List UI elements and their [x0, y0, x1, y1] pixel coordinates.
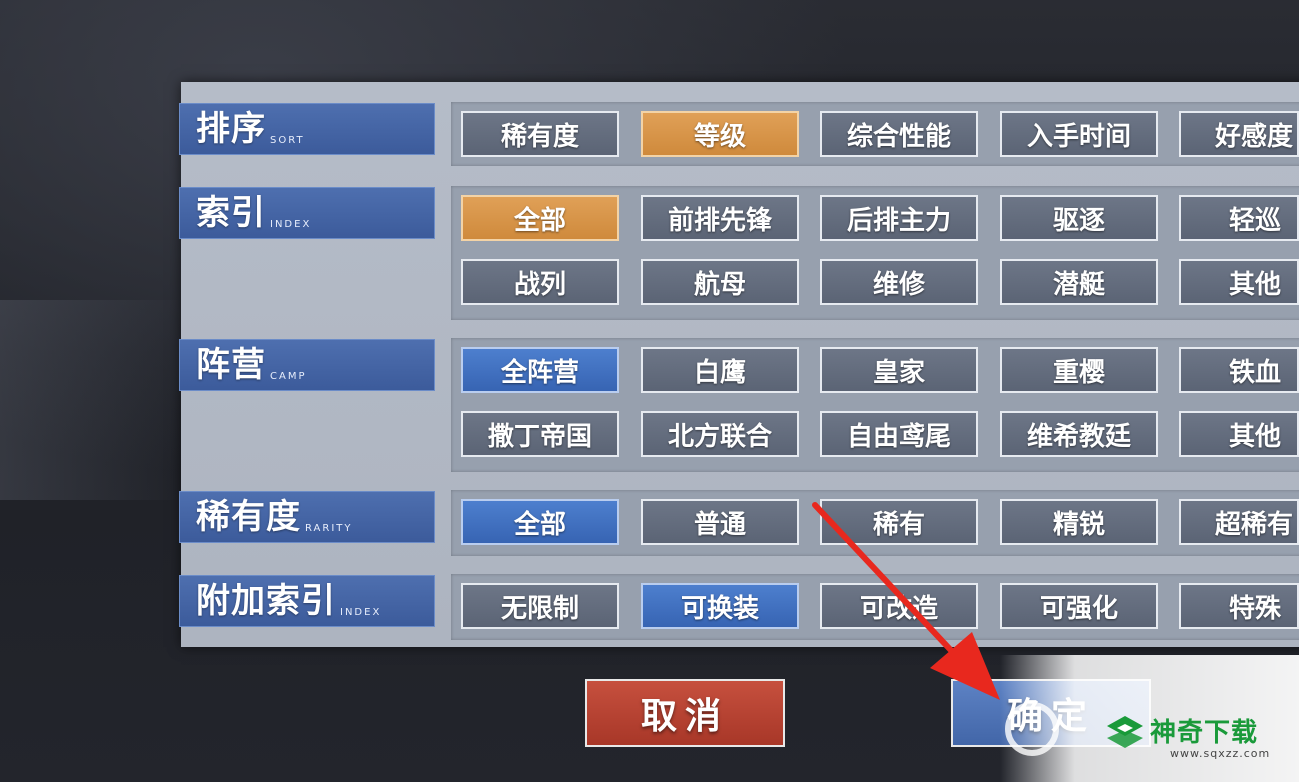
index-option-other[interactable]: 其他	[1179, 259, 1299, 305]
camp-option-sakura[interactable]: 重樱	[1000, 347, 1158, 393]
rarity-option-super-rare[interactable]: 超稀有	[1179, 499, 1299, 545]
index-option-all[interactable]: 全部	[461, 195, 619, 241]
cancel-button[interactable]: 取消	[585, 679, 785, 747]
sort-option-rarity[interactable]: 稀有度	[461, 111, 619, 157]
rarity-option-elite[interactable]: 精锐	[1000, 499, 1158, 545]
extra-label: 附加索引 INDEX	[179, 575, 435, 627]
camp-label: 阵营 CAMP	[179, 339, 435, 391]
index-option-light-cruiser[interactable]: 轻巡	[1179, 195, 1299, 241]
index-option-battleship[interactable]: 战列	[461, 259, 619, 305]
camp-label-en: CAMP	[270, 371, 307, 382]
extra-option-enhance[interactable]: 可强化	[1000, 583, 1158, 629]
camp-option-iris[interactable]: 自由鸢尾	[820, 411, 978, 457]
sort-option-affection[interactable]: 好感度	[1179, 111, 1299, 157]
extra-label-text: 附加索引	[196, 581, 336, 621]
rarity-label-en: RARITY	[305, 523, 353, 534]
rarity-option-all[interactable]: 全部	[461, 499, 619, 545]
index-label-en: INDEX	[270, 219, 312, 230]
rarity-option-rare[interactable]: 稀有	[820, 499, 978, 545]
index-option-vanguard[interactable]: 前排先锋	[641, 195, 799, 241]
camp-option-sardegna[interactable]: 撒丁帝国	[461, 411, 619, 457]
index-option-repair[interactable]: 维修	[820, 259, 978, 305]
sort-option-acquire-time[interactable]: 入手时间	[1000, 111, 1158, 157]
watermark-title: 神奇下载	[1150, 718, 1259, 748]
camp-label-text: 阵营	[196, 345, 266, 385]
camp-option-northern-parliament[interactable]: 北方联合	[641, 411, 799, 457]
camp-option-royal-navy[interactable]: 皇家	[820, 347, 978, 393]
extra-option-unlimited[interactable]: 无限制	[461, 583, 619, 629]
index-option-carrier[interactable]: 航母	[641, 259, 799, 305]
camp-option-iron-blood[interactable]: 铁血	[1179, 347, 1299, 393]
extra-label-en: INDEX	[340, 607, 382, 618]
index-option-destroyer[interactable]: 驱逐	[1000, 195, 1158, 241]
index-label: 索引 INDEX	[179, 187, 435, 239]
sort-option-level[interactable]: 等级	[641, 111, 799, 157]
camp-option-all[interactable]: 全阵营	[461, 347, 619, 393]
background-streak	[0, 300, 190, 500]
rarity-label-text: 稀有度	[196, 497, 301, 537]
index-label-text: 索引	[196, 193, 266, 233]
rarity-option-common[interactable]: 普通	[641, 499, 799, 545]
camp-option-vichya[interactable]: 维希教廷	[1000, 411, 1158, 457]
sort-label-en: SORT	[270, 135, 305, 146]
camp-option-other[interactable]: 其他	[1179, 411, 1299, 457]
rarity-label: 稀有度 RARITY	[179, 491, 435, 543]
camp-option-eagle-union[interactable]: 白鹰	[641, 347, 799, 393]
watermark-url: www.sqxzz.com	[1170, 747, 1271, 760]
index-option-submarine[interactable]: 潜艇	[1000, 259, 1158, 305]
filter-screen: 排序 SORT 索引 INDEX 阵营 CAMP 稀有度 RARITY 附加索引…	[0, 0, 1299, 782]
index-option-main[interactable]: 后排主力	[820, 195, 978, 241]
sort-label-text: 排序	[196, 109, 266, 149]
extra-option-retrofit[interactable]: 可改造	[820, 583, 978, 629]
sort-label: 排序 SORT	[179, 103, 435, 155]
watermark-logo-icon	[1107, 716, 1143, 748]
extra-option-skin[interactable]: 可换装	[641, 583, 799, 629]
extra-option-special[interactable]: 特殊	[1179, 583, 1299, 629]
watermark-ring-icon	[1005, 702, 1059, 756]
sort-option-performance[interactable]: 综合性能	[820, 111, 978, 157]
